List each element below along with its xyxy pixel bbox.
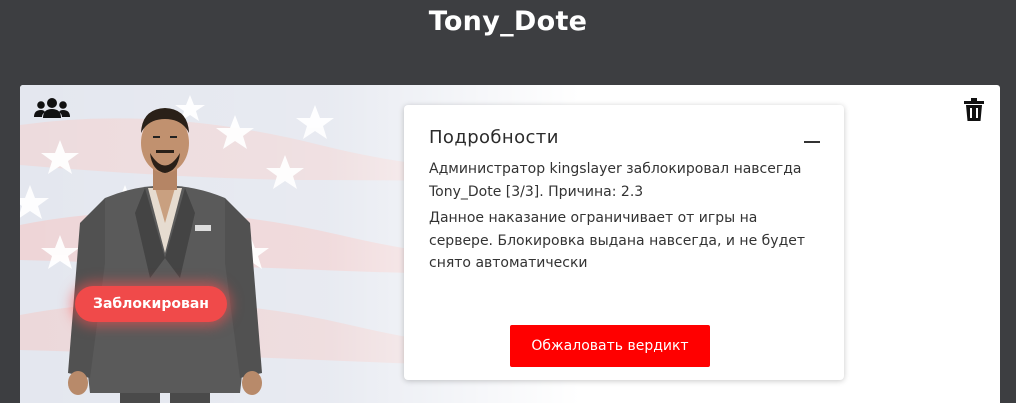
- trash-icon[interactable]: [964, 98, 984, 122]
- player-name-title: Tony_Dote: [428, 6, 588, 37]
- ban-message: Администратор kingslayer заблокировал на…: [429, 161, 802, 200]
- character-skin-image: [68, 108, 262, 403]
- status-badge: Заблокирован: [75, 286, 227, 322]
- appeal-button[interactable]: Обжаловать вердикт: [510, 325, 710, 367]
- details-title: Подробности: [429, 127, 559, 148]
- minus-icon[interactable]: [804, 141, 820, 143]
- details-panel: Подробности Администратор kingslayer заб…: [404, 105, 844, 380]
- ban-card: Заблокирован Подробности Администратор k…: [20, 85, 1000, 403]
- ban-page: Tony_Dote Заблокирован Подробности Админ…: [0, 0, 1016, 403]
- ban-description: Данное наказание ограничивает от игры на…: [429, 210, 806, 271]
